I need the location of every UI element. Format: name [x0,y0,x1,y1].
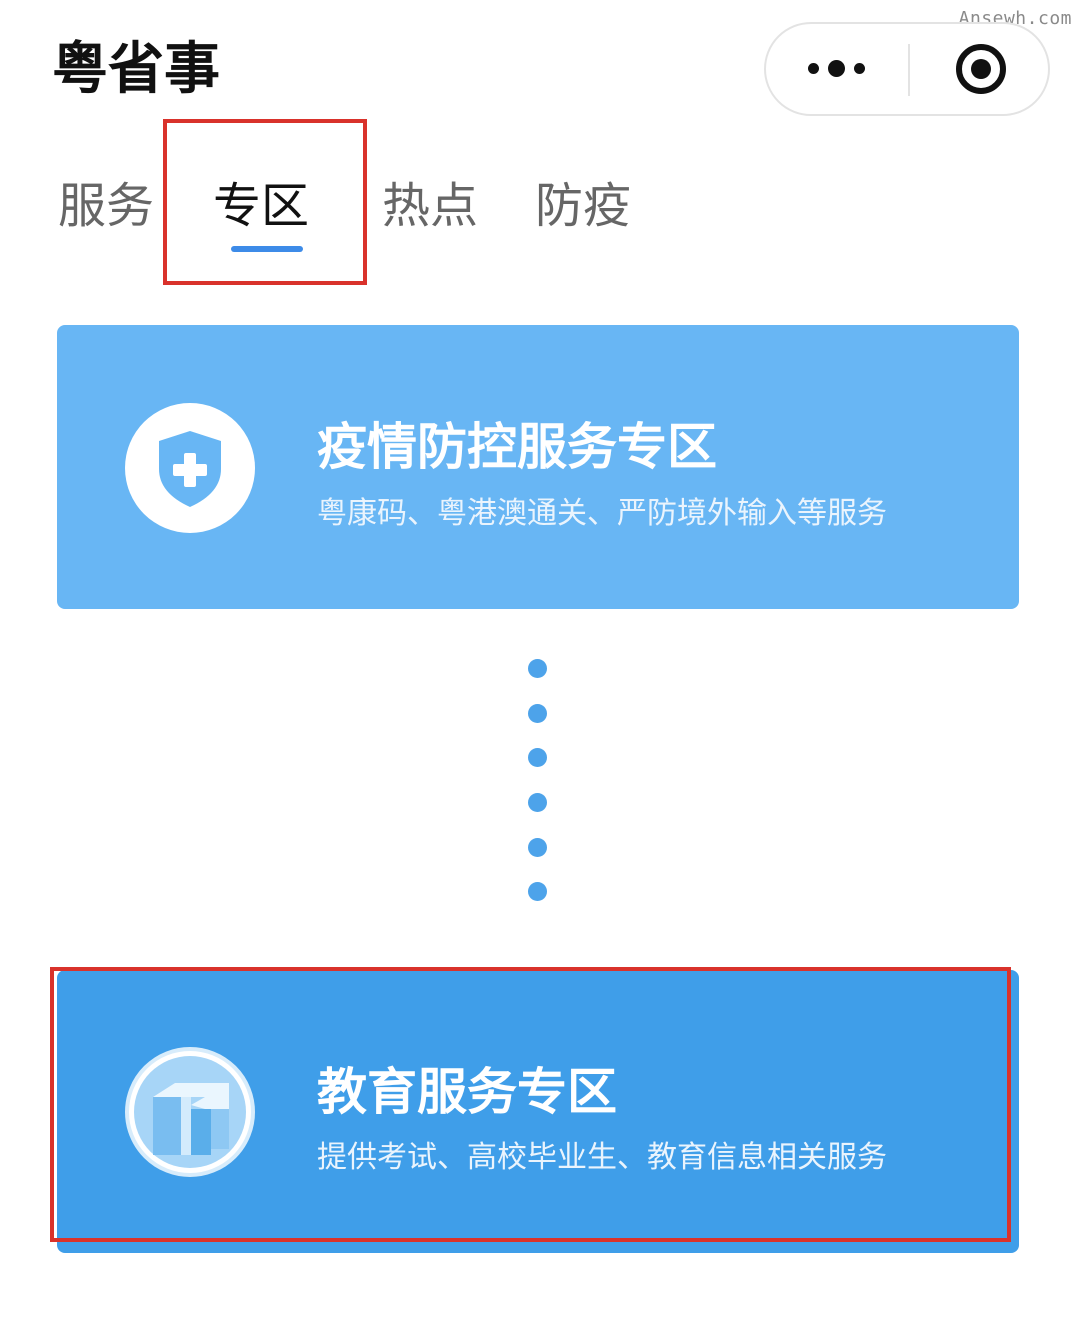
connector-dot [528,838,547,857]
active-tab-indicator [231,246,303,252]
tab-hotspots[interactable]: 热点 [382,172,478,240]
target-close-icon [956,44,1006,94]
mini-program-capsule [764,22,1050,116]
shield-plus-icon [125,403,255,533]
card-title: 疫情防控服务专区 [317,418,717,476]
education-zone-card[interactable]: 教育服务专区 提供考试、高校毕业生、教育信息相关服务 [57,970,1019,1253]
more-button[interactable] [766,24,908,114]
card-subtitle: 提供考试、高校毕业生、教育信息相关服务 [317,1140,887,1175]
connector-dot [528,659,547,678]
connector-dot [528,793,547,812]
tab-services[interactable]: 服务 [58,172,154,240]
app-title: 粤省事 [52,37,220,102]
tab-zones[interactable]: 专区 [213,172,309,240]
card-title: 教育服务专区 [317,1063,617,1121]
education-building-icon [125,1047,255,1177]
connector-dot [528,882,547,901]
tab-epidemic[interactable]: 防疫 [535,172,631,240]
connector-dot [528,748,547,767]
close-button[interactable] [910,24,1050,114]
connector-dot [528,704,547,723]
epidemic-zone-card[interactable]: 疫情防控服务专区 粤康码、粤港澳通关、严防境外输入等服务 [57,325,1019,609]
card-subtitle: 粤康码、粤港澳通关、严防境外输入等服务 [317,496,887,531]
